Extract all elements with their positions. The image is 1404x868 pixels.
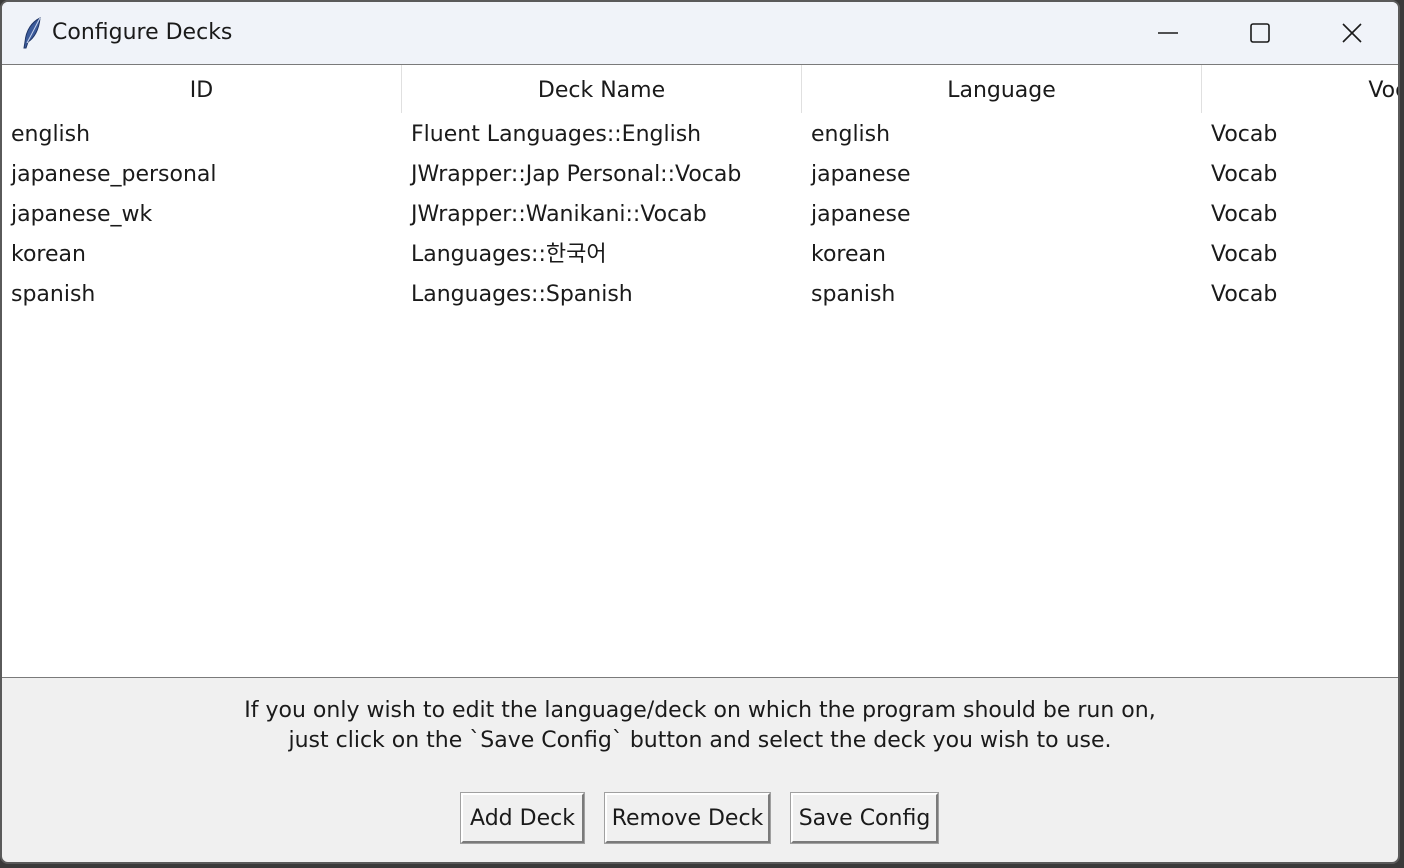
close-button[interactable] xyxy=(1306,2,1398,64)
cell-id: korean xyxy=(11,242,86,267)
instructions-line-1: If you only wish to edit the language/de… xyxy=(244,698,1156,723)
table-row[interactable]: english Fluent Languages::English englis… xyxy=(2,115,1398,155)
column-header-language[interactable]: Language xyxy=(802,65,1202,113)
table-row[interactable]: japanese_wk JWrapper::Wanikani::Vocab ja… xyxy=(2,195,1398,235)
column-header-deck-name[interactable]: Deck Name xyxy=(402,65,802,113)
feather-icon xyxy=(20,16,44,50)
button-row: Add Deck Remove Deck Save Config xyxy=(2,793,1398,843)
decks-table[interactable]: ID Deck Name Language Vocab english Flue… xyxy=(2,64,1398,678)
table-header: ID Deck Name Language Vocab xyxy=(2,65,1398,113)
cell-vocab: Vocab xyxy=(1211,282,1278,307)
cell-id: spanish xyxy=(11,282,96,307)
cell-language: spanish xyxy=(811,282,896,307)
cell-deck-name: Fluent Languages::English xyxy=(411,122,702,147)
table-row[interactable]: spanish Languages::Spanish spanish Vocab xyxy=(2,275,1398,315)
cell-deck-name: JWrapper::Jap Personal::Vocab xyxy=(411,162,742,187)
minimize-button[interactable] xyxy=(1122,2,1214,64)
save-config-button[interactable]: Save Config xyxy=(791,793,938,843)
cell-id: english xyxy=(11,122,91,147)
add-deck-button[interactable]: Add Deck xyxy=(461,793,584,843)
cell-deck-name: Languages::한국어 xyxy=(411,242,607,267)
cell-language: english xyxy=(811,122,891,147)
cell-id: japanese_wk xyxy=(11,202,153,227)
remove-deck-button[interactable]: Remove Deck xyxy=(605,793,770,843)
cell-language: japanese xyxy=(811,202,911,227)
table-row[interactable]: japanese_personal JWrapper::Jap Personal… xyxy=(2,155,1398,195)
cell-id: japanese_personal xyxy=(11,162,217,187)
instructions-line-2: just click on the `Save Config` button a… xyxy=(288,728,1112,753)
cell-vocab: Vocab xyxy=(1211,122,1278,147)
column-header-vocab[interactable]: Vocab xyxy=(1202,65,1398,113)
maximize-button[interactable] xyxy=(1214,2,1306,64)
table-row[interactable]: korean Languages::한국어 korean Vocab xyxy=(2,235,1398,275)
cell-language: japanese xyxy=(811,162,911,187)
title-bar[interactable]: Configure Decks xyxy=(2,2,1398,64)
cell-deck-name: Languages::Spanish xyxy=(411,282,633,307)
window-title: Configure Decks xyxy=(52,20,233,45)
configure-decks-window: Configure Decks ID Deck Name Language Vo… xyxy=(0,0,1400,864)
close-icon xyxy=(1342,23,1362,43)
cell-language: korean xyxy=(811,242,886,267)
instructions-text: If you only wish to edit the language/de… xyxy=(2,696,1398,756)
table-body: english Fluent Languages::English englis… xyxy=(2,115,1398,315)
cell-vocab: Vocab xyxy=(1211,202,1278,227)
cell-vocab: Vocab xyxy=(1211,162,1278,187)
column-header-id[interactable]: ID xyxy=(2,65,402,113)
cell-deck-name: JWrapper::Wanikani::Vocab xyxy=(411,202,707,227)
cell-vocab: Vocab xyxy=(1211,242,1278,267)
minimize-icon xyxy=(1158,32,1178,34)
maximize-icon xyxy=(1250,23,1270,43)
